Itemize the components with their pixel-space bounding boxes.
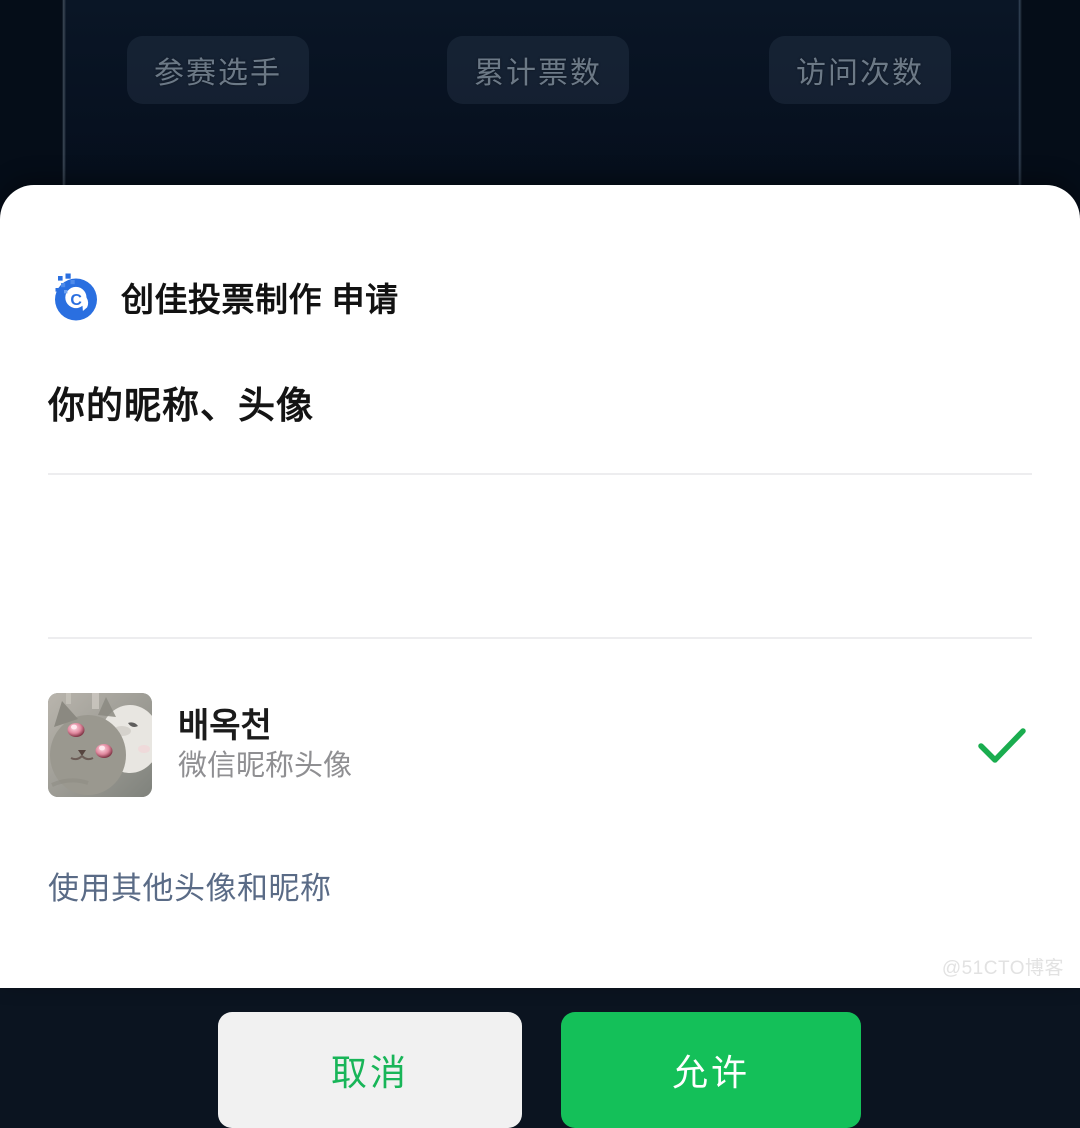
cancel-button[interactable]: 取消 <box>218 1012 522 1128</box>
cat-photo-avatar <box>48 693 152 797</box>
pill-contestants[interactable]: 参赛选手 <box>127 36 309 104</box>
svg-text:C: C <box>70 292 82 309</box>
watermark: @51CTO博客 <box>941 958 1064 979</box>
allow-button[interactable]: 允许 <box>561 1012 861 1128</box>
authorization-bottom-sheet: C 创佳投票制作 申请 你的昵称、头像 배옥천 微信昵称头像 使用其他头像和昵称… <box>0 185 1080 1128</box>
use-other-avatar-link[interactable]: 使用其他头像和昵称 <box>48 863 332 908</box>
creat-jia-logo-icon: C <box>48 269 104 325</box>
profile-name: 배옥천 <box>178 706 272 745</box>
divider-above-profile <box>48 473 1032 475</box>
profile-text: 배옥천 微信昵称头像 <box>178 706 353 782</box>
pill-visit-count[interactable]: 访问次数 <box>769 36 951 104</box>
divider-below-profile <box>48 637 1032 639</box>
stats-pill-row: 参赛选手 累计票数 访问次数 <box>0 36 1080 106</box>
profile-subtitle: 微信昵称头像 <box>178 749 353 782</box>
permission-scope-title: 你的昵称、头像 <box>48 385 314 426</box>
sheet-header: C 创佳投票制作 申请 <box>48 269 399 325</box>
app-title: 创佳投票制作 申请 <box>121 281 399 318</box>
pill-total-votes[interactable]: 累计票数 <box>447 36 629 104</box>
check-icon[interactable] <box>972 715 1032 775</box>
profile-row[interactable]: 배옥천 微信昵称头像 <box>48 693 1032 797</box>
